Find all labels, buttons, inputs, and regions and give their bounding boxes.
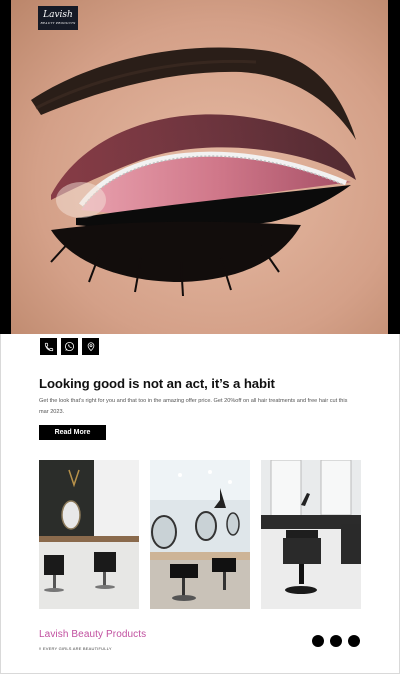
- pagination-dot[interactable]: [312, 635, 324, 647]
- headline: Looking good is not an act, it’s a habit: [39, 376, 275, 391]
- offer-description: Get the look that’s right for you and th…: [39, 398, 348, 415]
- whatsapp-icon[interactable]: [61, 338, 78, 355]
- brand-title: Lavish Beauty Products: [39, 629, 147, 640]
- read-more-button[interactable]: Read More: [39, 425, 106, 440]
- logo-subtext: BEAUTY PRODUCTS: [40, 21, 76, 25]
- pagination-dot[interactable]: [330, 635, 342, 647]
- salon-gallery: [39, 460, 361, 609]
- hero-image: [11, 0, 388, 334]
- pagination-dot[interactable]: [348, 635, 360, 647]
- gallery-image-salon-chair[interactable]: [261, 460, 361, 609]
- logo-text: Lavish: [43, 10, 73, 20]
- brand-tagline: !! EVERY GIRLS ARE BEAUTIFULLY: [39, 646, 112, 651]
- phone-icon[interactable]: [40, 338, 57, 355]
- hero-banner: Lavish BEAUTY PRODUCTS: [0, 0, 400, 334]
- brand-logo[interactable]: Lavish BEAUTY PRODUCTS: [38, 6, 78, 30]
- contact-icons: [40, 338, 99, 355]
- gallery-image-dark-salon[interactable]: [39, 460, 139, 609]
- location-pin-icon[interactable]: [82, 338, 99, 355]
- pagination-dots: [312, 635, 360, 647]
- gallery-image-bright-salon[interactable]: [150, 460, 250, 609]
